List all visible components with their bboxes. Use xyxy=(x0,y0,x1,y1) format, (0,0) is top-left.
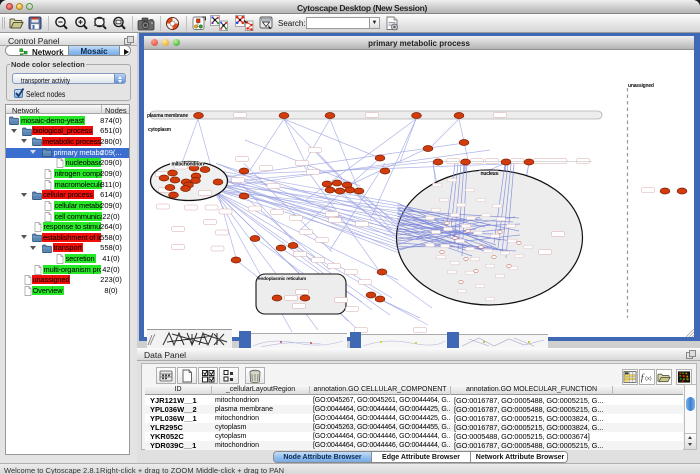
svg-text:(x): (x) xyxy=(645,376,652,382)
svg-text:mitochondrion: mitochondrion xyxy=(172,162,205,168)
svg-text:nucleus: nucleus xyxy=(481,171,499,177)
svg-text:cytoplasm: cytoplasm xyxy=(148,127,172,133)
svg-text:plasma membrane: plasma membrane xyxy=(147,113,188,119)
svg-text:unassigned: unassigned xyxy=(628,83,654,89)
svg-text:endoplasmic reticulum: endoplasmic reticulum xyxy=(258,276,306,282)
